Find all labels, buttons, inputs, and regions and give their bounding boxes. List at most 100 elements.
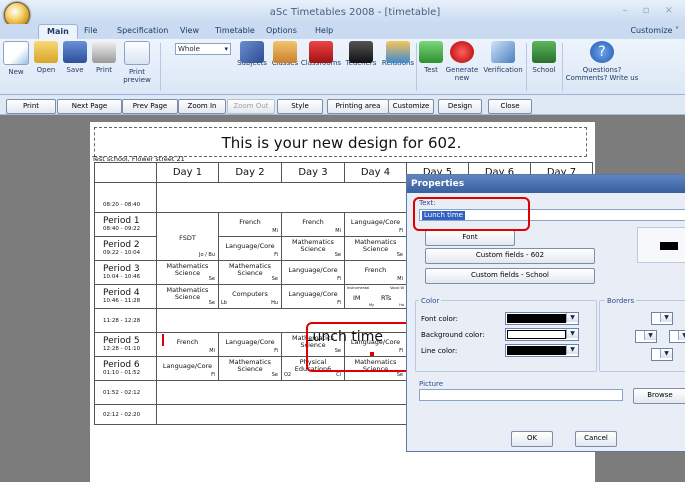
tab-view[interactable]: View [180,26,199,35]
line-color-select[interactable]: ▼ [505,344,579,357]
background-color-select[interactable]: ▼ [505,328,579,341]
lesson-room: Lb [221,300,227,306]
lesson-teacher: Ho [399,303,404,307]
tab-help[interactable]: Help [315,26,333,35]
lesson-cell[interactable]: French Mi [218,212,282,237]
classes-button[interactable]: Classes [270,41,300,67]
tab-specification[interactable]: Specification [117,26,168,35]
lesson-subject: Mathematics Science [229,358,271,373]
zoom-out-button[interactable]: Zoom Out [227,99,275,114]
period-time: 08:20 - 08:40 [103,202,141,208]
relations-button[interactable]: Relations [378,41,418,67]
new-button[interactable]: New [2,41,30,76]
lesson-cell[interactable]: French Mi [344,260,407,285]
ok-button[interactable]: OK [511,431,553,447]
lesson-cell[interactable]: Language/Core Fi [281,260,345,285]
picture-path-input[interactable] [419,389,623,401]
teachers-button[interactable]: Teachers [343,41,379,67]
lesson-cell[interactable]: Mathematics Science Se [281,236,345,261]
classrooms-button[interactable]: Classrooms [299,41,343,67]
lesson-cell[interactable]: Instrumental Vocal W IM RTs My Ho [344,284,407,309]
period-cell: Period 6 01:10 - 01:52 [94,356,157,381]
prev-page-button[interactable]: Prev Page [122,99,178,114]
lesson-cell[interactable]: Language/Core Fi [218,236,282,261]
lesson-group: Vocal W [390,286,404,290]
lesson-teacher: Se [396,252,403,258]
font-color-select[interactable]: ▼ [505,312,579,325]
school-button[interactable]: School [528,41,560,74]
custom-fields-602-button[interactable]: Custom fields - 602 [425,248,595,264]
period-cell: 11:28 - 12:28 [94,308,157,333]
next-page-button[interactable]: Next Page [57,99,122,114]
border-left-select[interactable]: ▼ [635,330,657,343]
border-bottom-select[interactable]: ▼ [651,348,673,361]
period-time: 10:46 - 11:28 [103,298,141,304]
tab-options[interactable]: Options [266,26,297,35]
lesson-room: O2 [284,372,292,378]
period-cell: Period 4 10:46 - 11:28 [94,284,157,309]
lesson-cell[interactable]: Language/Core Fi [281,284,345,309]
border-top-select[interactable]: ▼ [651,312,673,325]
subjects-button[interactable]: Subjects [232,41,272,67]
tab-timetable[interactable]: Timetable [215,26,255,35]
design-button[interactable]: Design [438,99,482,114]
font-preview-sample [660,242,678,250]
save-label: Save [66,66,84,74]
customize-menu[interactable]: Customize ˅ [630,26,679,35]
browse-button[interactable]: Browse [633,388,685,404]
printing-area-button[interactable]: Printing area [327,99,389,114]
ribbon: New Open Save Print Print preview Whole ▾… [0,39,685,95]
lesson-cell[interactable]: Language/Core Fi [218,332,282,357]
border-right-select[interactable]: ▼ [669,330,685,343]
lesson-teacher: Mi [209,348,215,354]
print-page-button[interactable]: Print [6,99,56,114]
style-button[interactable]: Style [277,99,323,114]
lesson-cell[interactable]: FSDT Jo / Bu [156,212,219,261]
lesson-cell[interactable]: Mathematics Science Se [218,260,282,285]
lesson-teacher: Ci [336,372,341,378]
font-button[interactable]: Font [425,230,515,246]
view-select[interactable]: Whole ▾ [175,43,231,55]
new-document-icon [3,41,29,65]
close-button[interactable]: Close [488,99,532,114]
lesson-teacher: Se [334,252,341,258]
lesson-cell[interactable]: Mathematics Science Se [218,356,282,381]
separator [526,43,527,91]
questions-button[interactable]: ? Questions? Comments? Write us [563,41,641,82]
window-title: aSc Timetables 2008 - [timetable] [269,7,441,18]
open-label: Open [36,66,56,74]
save-button[interactable]: Save [62,41,88,74]
relations-icon [386,41,410,63]
period-cell: Period 1 08:40 - 09:22 [94,212,157,237]
lesson-cell[interactable]: Mathematics Science Se [344,236,407,261]
test-button[interactable]: Test [418,41,444,74]
help-question-icon: ? [590,41,614,63]
custom-fields-school-button[interactable]: Custom fields - School [425,268,595,284]
line-color-label: Line color: [421,347,458,355]
generate-new-button[interactable]: Generate new [444,41,480,82]
verification-button[interactable]: Verification [480,41,526,74]
zoom-in-button[interactable]: Zoom In [178,99,226,114]
tab-main[interactable]: Main [38,24,78,39]
cancel-button[interactable]: Cancel [575,431,617,447]
lesson-subject: French [364,266,387,274]
lesson-cell[interactable]: Mathematics Science Se [156,284,219,309]
window-controls[interactable]: – ▫ × [622,5,679,16]
open-button[interactable]: Open [31,41,61,74]
lesson-teacher: Fi [399,228,403,234]
lesson-cell[interactable]: French Mi [281,212,345,237]
print-preview-button[interactable]: Print preview [119,41,155,84]
lesson-cell[interactable]: Language/Core Fi [156,356,219,381]
tab-file[interactable]: File [84,26,97,35]
lesson-cell[interactable]: French Mi [156,332,219,357]
lesson-teacher: Se [396,372,403,378]
header-box[interactable]: This is your new design for 602. [94,127,587,157]
lesson-cell[interactable]: Language/Core Fi [344,212,407,237]
customize-button[interactable]: Customize [388,99,434,114]
selection-handle[interactable] [162,334,164,346]
lesson-cell[interactable]: Mathematics Science Se [156,260,219,285]
lesson-subject: Mathematics Science [354,238,397,253]
lesson-cell[interactable]: Computers Lb Hu [218,284,282,309]
lesson-teacher: Hu [271,300,278,306]
print-button[interactable]: Print [90,41,118,74]
